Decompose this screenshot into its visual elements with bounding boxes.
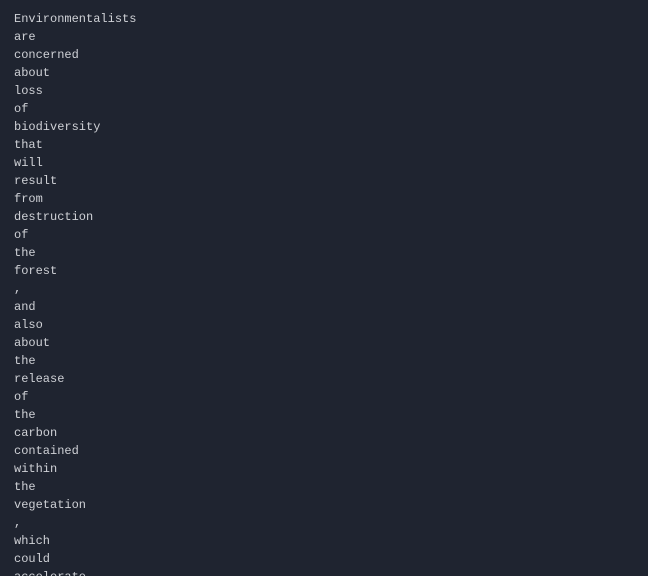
token: the [14,406,648,424]
token: result [14,172,648,190]
token: biodiversity [14,118,648,136]
token: the [14,352,648,370]
token: about [14,334,648,352]
token: , [14,280,648,298]
token: also [14,316,648,334]
token: of [14,388,648,406]
token: are [14,28,648,46]
token: vegetation [14,496,648,514]
token: the [14,478,648,496]
token: from [14,190,648,208]
token: forest [14,262,648,280]
token: , [14,514,648,532]
token: about [14,64,648,82]
token: accelerate [14,568,648,576]
token: the [14,244,648,262]
token: within [14,460,648,478]
token: will [14,154,648,172]
token: of [14,226,648,244]
token-list: Environmentalists are concerned about lo… [0,0,648,576]
token: destruction [14,208,648,226]
token: of [14,100,648,118]
token: contained [14,442,648,460]
token: concerned [14,46,648,64]
token: and [14,298,648,316]
token: which [14,532,648,550]
token: could [14,550,648,568]
token: release [14,370,648,388]
token: carbon [14,424,648,442]
token: that [14,136,648,154]
token: loss [14,82,648,100]
token: Environmentalists [14,10,648,28]
